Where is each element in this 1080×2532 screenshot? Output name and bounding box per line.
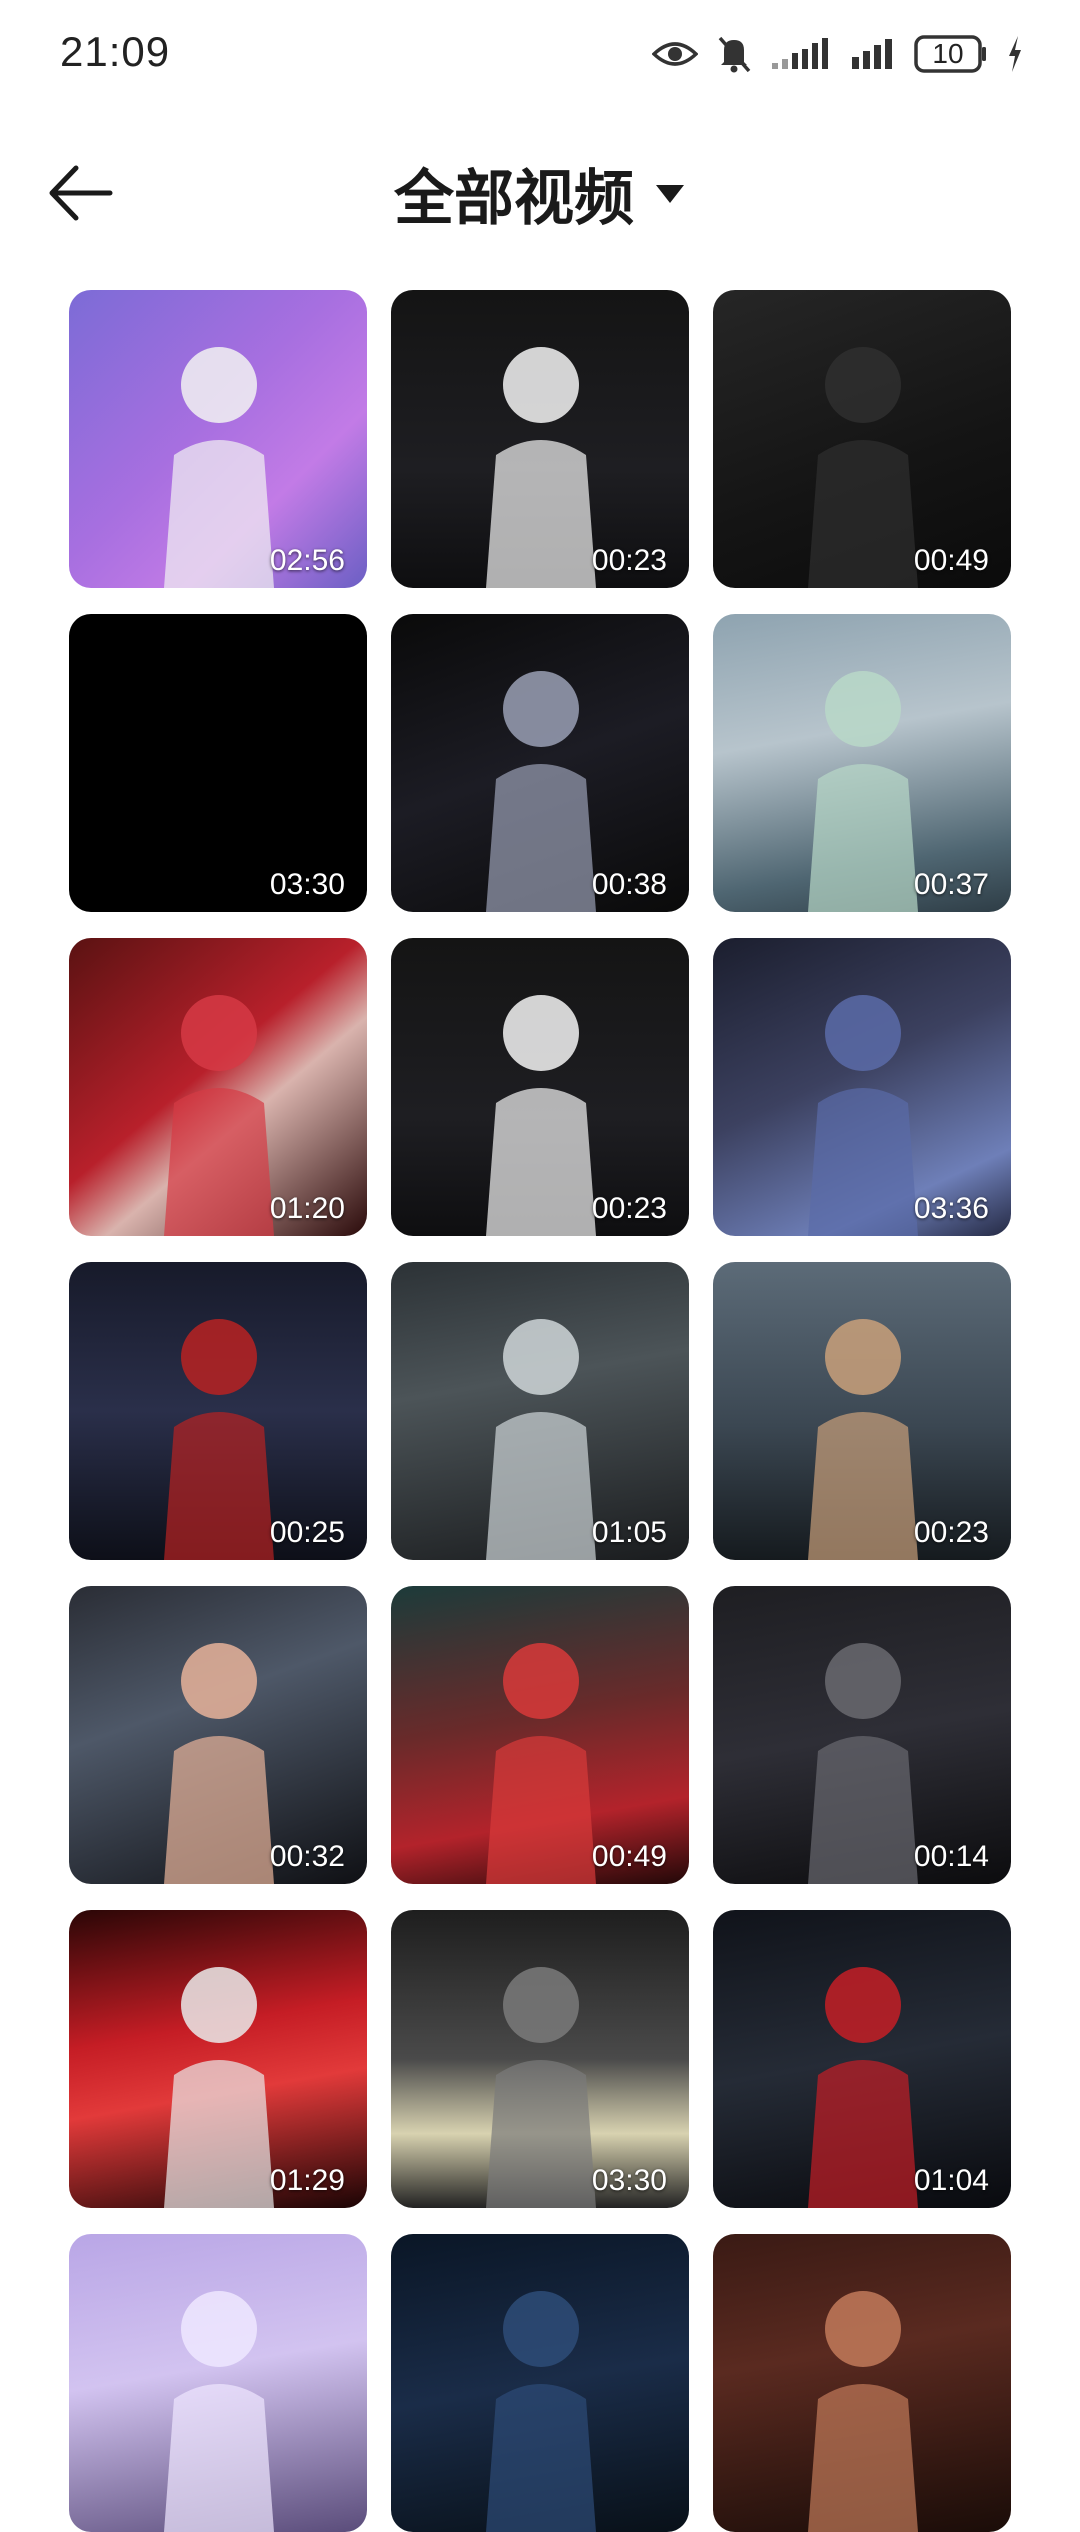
status-bar: 21:09 10	[0, 0, 1080, 110]
video-duration: 00:23	[913, 1516, 989, 1549]
thumbnail-image	[713, 2234, 1011, 2532]
status-time: 21:09	[60, 28, 171, 75]
video-duration: 00:49	[913, 544, 989, 577]
video-thumbnail[interactable]: 01:20	[69, 938, 367, 1236]
video-thumbnail[interactable]	[391, 2234, 689, 2532]
video-thumbnail[interactable]: 00:23	[391, 290, 689, 588]
video-thumbnail[interactable]: 00:49	[391, 1586, 689, 1884]
video-duration: 01:29	[269, 2164, 345, 2197]
eye-icon	[652, 38, 698, 70]
video-thumbnail[interactable]: 03:36	[713, 938, 1011, 1236]
video-thumbnail[interactable]: 00:38	[391, 614, 689, 912]
video-duration: 00:49	[591, 1840, 667, 1873]
video-thumbnail[interactable]: 00:25	[69, 1262, 367, 1560]
video-thumbnail[interactable]: 01:04	[713, 1910, 1011, 2208]
video-duration: 00:14	[913, 1840, 989, 1873]
video-duration: 00:23	[591, 544, 667, 577]
video-thumbnail[interactable]: 00:23	[713, 1262, 1011, 1560]
thumbnail-image	[391, 2234, 689, 2532]
video-thumbnail[interactable]: 01:05	[391, 1262, 689, 1560]
battery-level: 10	[932, 38, 964, 69]
caret-down-icon	[656, 184, 684, 203]
video-thumbnail[interactable]: 01:29	[69, 1910, 367, 2208]
video-thumbnail[interactable]: 00:49	[713, 290, 1011, 588]
video-duration: 02:56	[269, 544, 345, 577]
mute-icon	[716, 34, 752, 74]
page-title: 全部视频	[394, 165, 634, 232]
video-thumbnail[interactable]: 00:23	[391, 938, 689, 1236]
thumbnail-image	[69, 2234, 367, 2532]
video-thumbnail[interactable]: 00:14	[713, 1586, 1011, 1884]
signal-icon	[850, 37, 896, 71]
album-selector[interactable]: 全部视频	[0, 150, 1080, 237]
video-duration: 03:30	[269, 868, 345, 901]
title-bar: 全部视频	[0, 130, 1080, 250]
video-duration: 00:32	[269, 1840, 345, 1873]
battery-icon: 10	[914, 34, 988, 74]
video-thumbnail[interactable]	[69, 2234, 367, 2532]
video-duration: 00:23	[591, 1192, 667, 1225]
video-thumbnail[interactable]: 00:37	[713, 614, 1011, 912]
video-duration: 01:05	[591, 1516, 667, 1549]
video-duration: 03:36	[913, 1192, 989, 1225]
status-icons: 10	[652, 30, 1024, 78]
video-duration: 01:20	[269, 1192, 345, 1225]
charging-icon	[1006, 34, 1024, 74]
video-thumbnail[interactable]: 00:32	[69, 1586, 367, 1884]
video-thumbnail[interactable]	[713, 2234, 1011, 2532]
video-duration: 01:04	[913, 2164, 989, 2197]
video-thumbnail[interactable]: 03:30	[69, 614, 367, 912]
video-thumbnail[interactable]: 02:56	[69, 290, 367, 588]
video-duration: 00:38	[591, 868, 667, 901]
video-duration: 03:30	[591, 2164, 667, 2197]
signal-icon	[770, 37, 832, 71]
video-duration: 00:25	[269, 1516, 345, 1549]
video-thumbnail[interactable]: 03:30	[391, 1910, 689, 2208]
video-grid: 02:56 00:23 00:49 03:30 00:38 00:37 01:20 00:23…	[69, 290, 1011, 2532]
video-duration: 00:37	[913, 868, 989, 901]
